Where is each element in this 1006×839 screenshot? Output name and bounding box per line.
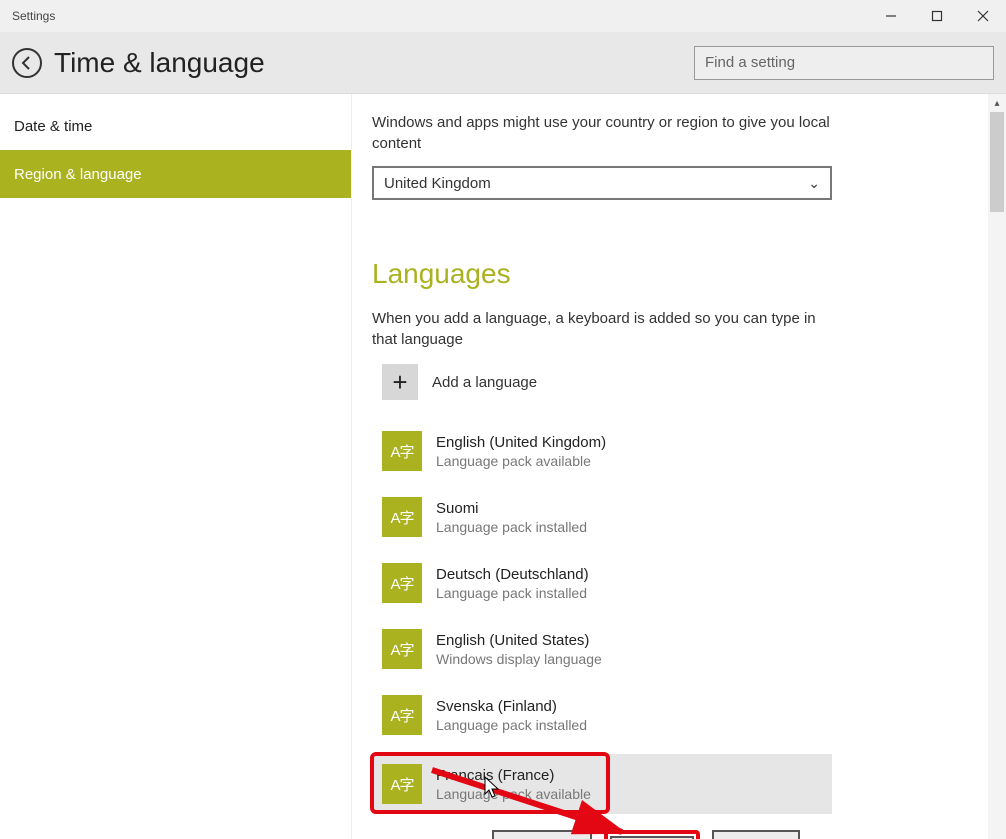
language-list: A字 English (United Kingdom) Language pac… — [372, 424, 986, 814]
maximize-button[interactable] — [914, 0, 960, 32]
region-description: Windows and apps might use your country … — [372, 112, 842, 154]
language-sub: Language pack installed — [436, 717, 587, 733]
language-glyph-icon: A字 — [382, 764, 422, 804]
language-glyph-icon: A字 — [382, 695, 422, 735]
sidebar: Date & time Region & language — [0, 94, 352, 839]
language-name: Suomi — [436, 500, 587, 517]
scroll-thumb[interactable] — [990, 112, 1004, 212]
titlebar: Settings — [0, 0, 1006, 32]
language-item-selected[interactable]: A字 Français (France) Language pack avail… — [372, 754, 832, 814]
languages-description: When you add a language, a keyboard is a… — [372, 308, 842, 350]
language-name: Svenska (Finland) — [436, 698, 587, 715]
set-primary-button[interactable]: Set as primary — [492, 830, 592, 839]
back-button[interactable] — [12, 48, 42, 78]
language-sub: Language pack available — [436, 453, 606, 469]
add-language-button[interactable]: + Add a language — [372, 362, 986, 402]
body: Date & time Region & language ▴ Windows … — [0, 94, 1006, 839]
content-pane: ▴ Windows and apps might use your countr… — [352, 94, 1006, 839]
plus-icon: + — [382, 364, 418, 400]
remove-button[interactable]: Remove — [712, 830, 800, 839]
sidebar-item-label: Date & time — [14, 118, 92, 135]
scroll-up-icon[interactable]: ▴ — [988, 94, 1006, 112]
sidebar-item-region-language[interactable]: Region & language — [0, 150, 351, 198]
annotation-highlight: Options — [604, 830, 700, 839]
language-glyph-icon: A字 — [382, 563, 422, 603]
language-name: Français (France) — [436, 767, 591, 784]
language-actions: Set as primary Options Remove — [492, 830, 986, 839]
language-sub: Windows display language — [436, 651, 602, 667]
window-controls — [868, 0, 1006, 32]
language-glyph-icon: A字 — [382, 431, 422, 471]
region-select[interactable]: United Kingdom ⌄ — [372, 166, 832, 200]
minimize-button[interactable] — [868, 0, 914, 32]
language-sub: Language pack installed — [436, 585, 589, 601]
window-title: Settings — [12, 9, 55, 23]
language-item[interactable]: A字 English (United States) Windows displ… — [372, 622, 986, 676]
language-glyph-icon: A字 — [382, 629, 422, 669]
region-selected-value: United Kingdom — [384, 175, 491, 192]
language-glyph-icon: A字 — [382, 497, 422, 537]
search-placeholder: Find a setting — [705, 54, 795, 71]
language-name: Deutsch (Deutschland) — [436, 566, 589, 583]
language-item[interactable]: A字 Svenska (Finland) Language pack insta… — [372, 688, 986, 742]
vertical-scrollbar[interactable]: ▴ — [988, 94, 1006, 839]
page-title: Time & language — [54, 47, 694, 79]
language-item[interactable]: A字 English (United Kingdom) Language pac… — [372, 424, 986, 478]
chevron-down-icon: ⌄ — [808, 175, 820, 192]
close-button[interactable] — [960, 0, 1006, 32]
language-item[interactable]: A字 Deutsch (Deutschland) Language pack i… — [372, 556, 986, 610]
language-item[interactable]: A字 Suomi Language pack installed — [372, 490, 986, 544]
language-sub: Language pack installed — [436, 519, 587, 535]
sidebar-item-date-time[interactable]: Date & time — [0, 102, 351, 150]
sidebar-item-label: Region & language — [14, 166, 142, 183]
language-name: English (United States) — [436, 632, 602, 649]
language-sub: Language pack available — [436, 786, 591, 802]
search-input[interactable]: Find a setting — [694, 46, 994, 80]
add-language-label: Add a language — [432, 374, 537, 391]
language-name: English (United Kingdom) — [436, 434, 606, 451]
header: Time & language Find a setting — [0, 32, 1006, 94]
languages-heading: Languages — [372, 258, 986, 290]
